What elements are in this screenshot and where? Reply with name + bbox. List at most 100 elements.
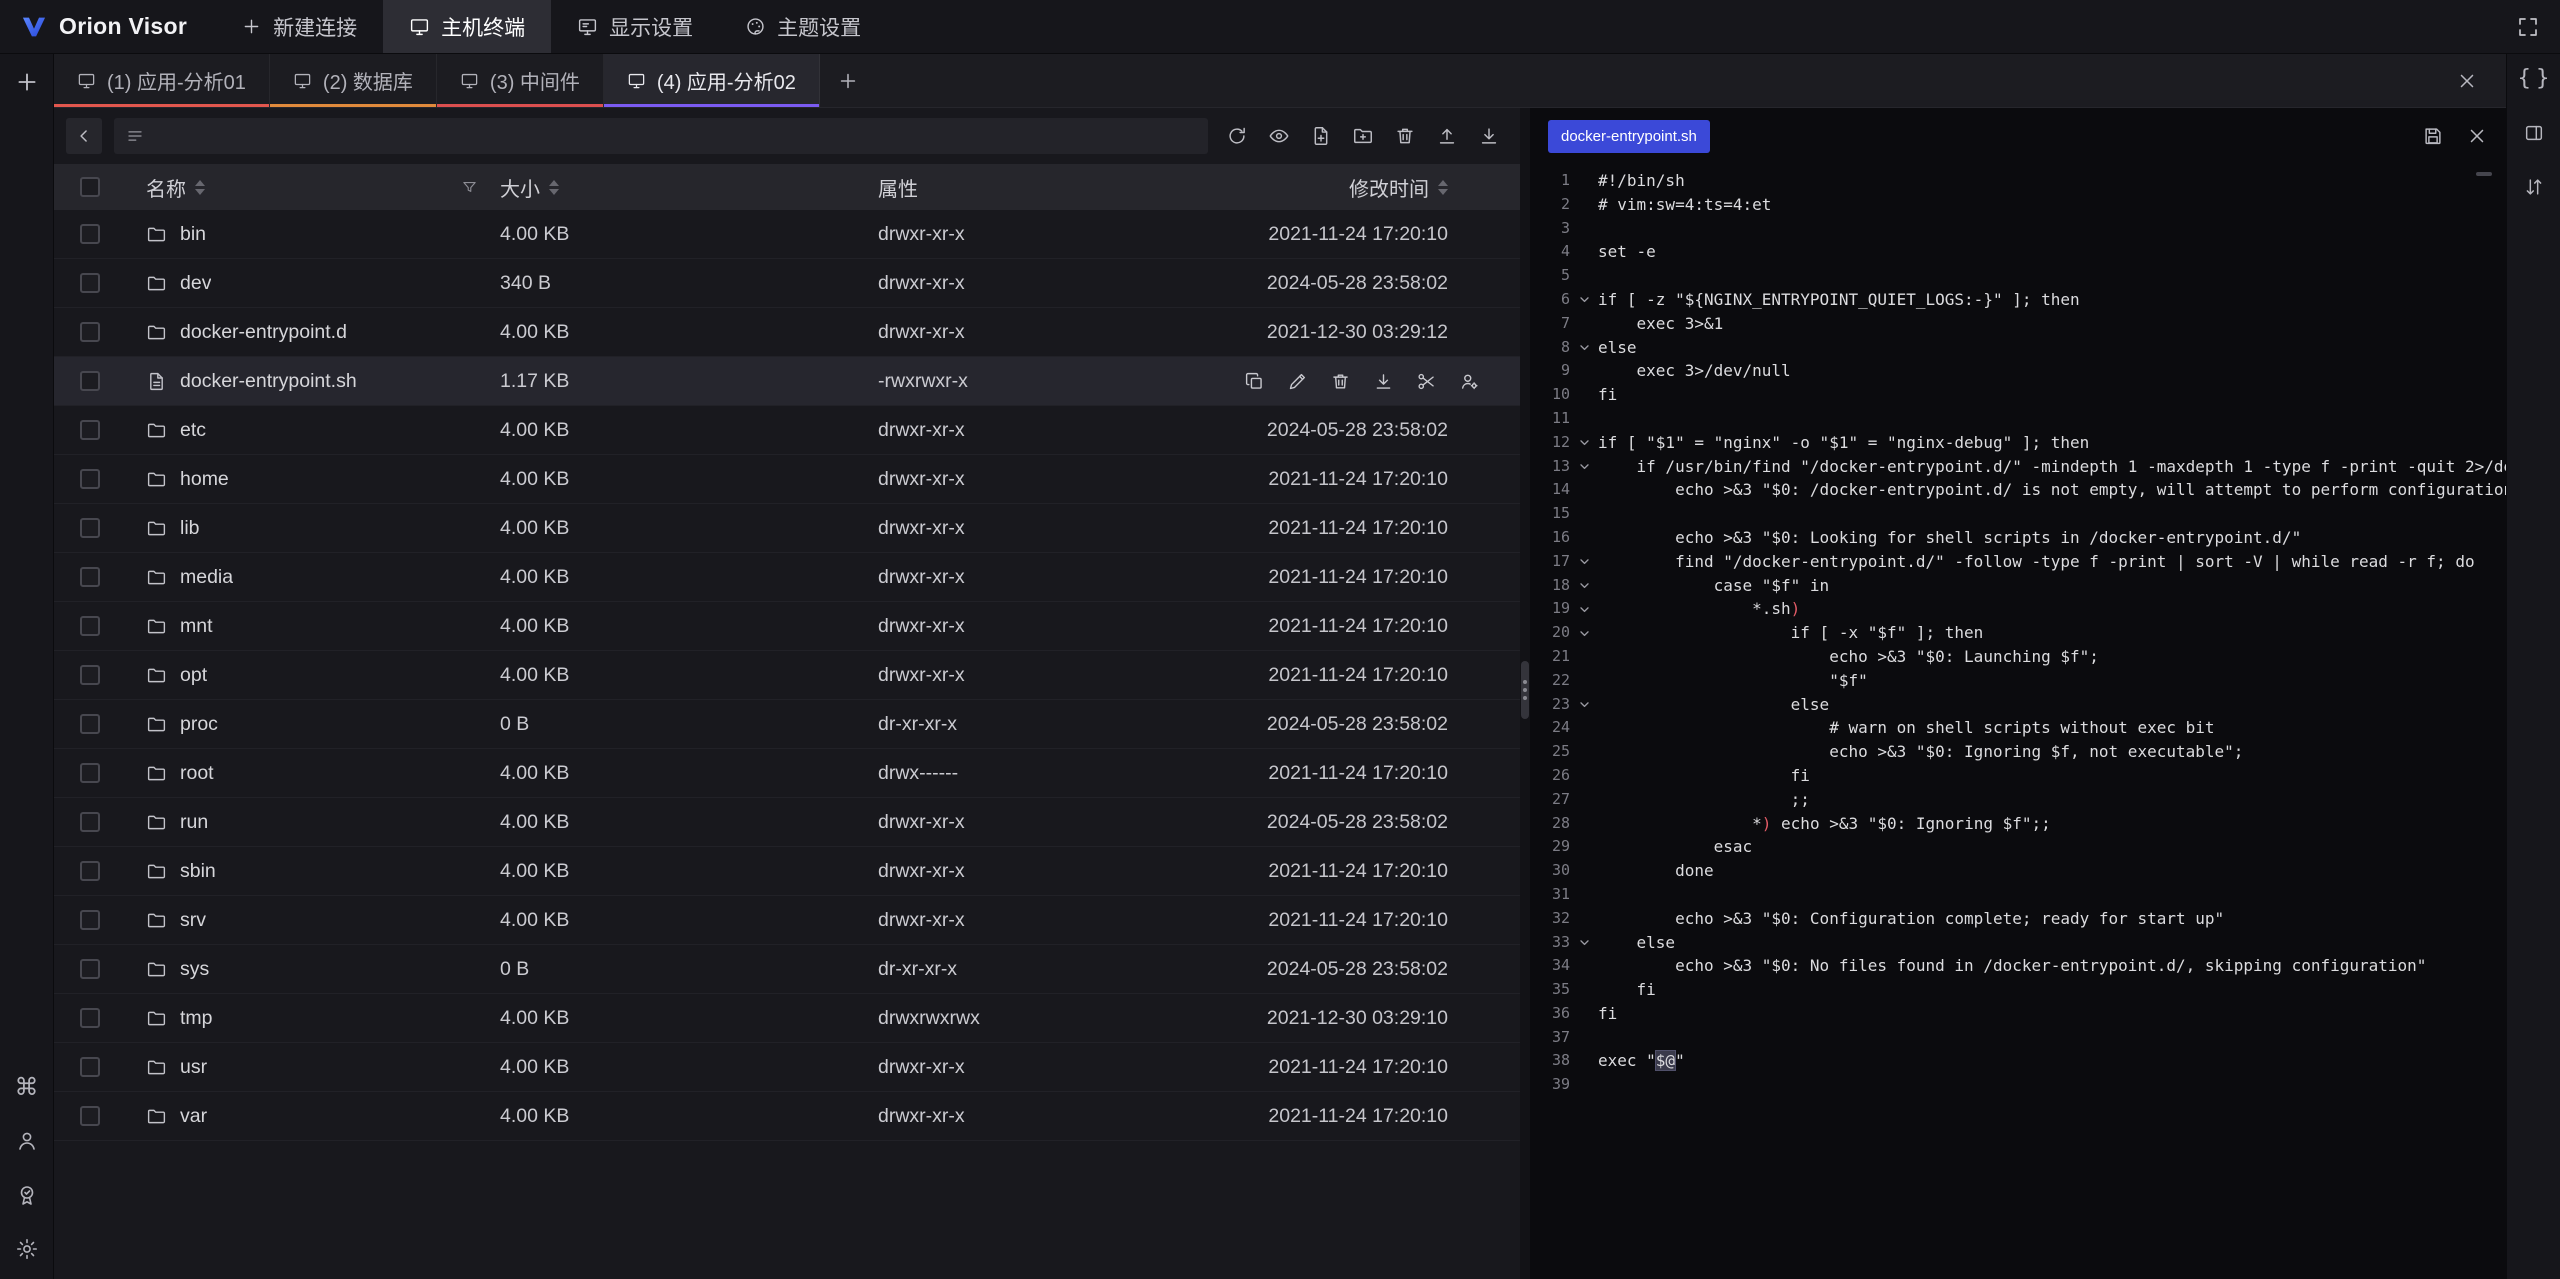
row-checkbox[interactable] (80, 469, 100, 489)
terminal-tab-4[interactable]: (4) 应用-分析02 (604, 54, 820, 107)
trash-icon[interactable] (1330, 371, 1351, 392)
save-icon[interactable] (2422, 125, 2444, 147)
fold-toggle-icon[interactable] (1578, 579, 1591, 592)
table-row[interactable]: tmp4.00 KBdrwxrwxrwx2021-12-30 03:29:10 (54, 994, 1520, 1043)
menu-item-4[interactable]: 主题设置 (719, 0, 887, 53)
fold-toggle-icon[interactable] (1578, 627, 1591, 640)
fold-toggle-icon[interactable] (1578, 436, 1591, 449)
panel-scrollbar[interactable] (1520, 108, 1530, 1279)
menu-item-1[interactable]: 新建连接 (215, 0, 383, 53)
row-checkbox[interactable] (80, 763, 100, 783)
table-row[interactable]: docker-entrypoint.sh1.17 KB-rwxrwxr-x (54, 357, 1520, 406)
cut-icon[interactable] (1416, 371, 1437, 392)
table-row[interactable]: lib4.00 KBdrwxr-xr-x2021-11-24 17:20:10 (54, 504, 1520, 553)
edit-icon[interactable] (1287, 371, 1308, 392)
editor-close-icon[interactable] (2466, 125, 2488, 147)
menu-item-2[interactable]: 主机终端 (383, 0, 551, 53)
user-icon[interactable] (15, 1129, 39, 1153)
menu-item-3[interactable]: 显示设置 (551, 0, 719, 53)
badge-icon[interactable] (15, 1183, 39, 1207)
swap-arrows-icon[interactable] (2523, 176, 2545, 198)
code-text: else (1598, 931, 2506, 955)
path-input[interactable] (114, 118, 1208, 154)
row-checkbox[interactable] (80, 714, 100, 734)
row-checkbox[interactable] (80, 273, 100, 293)
fold-gutter (1570, 597, 1598, 621)
add-connection-icon[interactable] (14, 69, 40, 95)
row-checkbox[interactable] (80, 420, 100, 440)
chmod-icon[interactable] (1459, 371, 1480, 392)
row-checkbox[interactable] (80, 616, 100, 636)
fold-toggle-icon[interactable] (1578, 936, 1591, 949)
scrollbar-thumb[interactable] (1521, 661, 1529, 719)
row-checkbox[interactable] (80, 812, 100, 832)
table-row[interactable]: usr4.00 KBdrwxr-xr-x2021-11-24 17:20:10 (54, 1043, 1520, 1092)
back-button[interactable] (66, 118, 102, 154)
row-checkbox[interactable] (80, 1057, 100, 1077)
new-file-button[interactable] (1304, 119, 1338, 153)
code-editor[interactable]: 1#!/bin/sh2# vim:sw=4:ts=4:et34set -e56i… (1530, 164, 2506, 1279)
row-checkbox[interactable] (80, 224, 100, 244)
terminal-tab-2[interactable]: (2) 数据库 (270, 54, 437, 107)
row-checkbox[interactable] (80, 1008, 100, 1028)
copy-icon[interactable] (1244, 371, 1265, 392)
braces-icon[interactable]: { } (2517, 68, 2549, 90)
table-row[interactable]: run4.00 KBdrwxr-xr-x2024-05-28 23:58:02 (54, 798, 1520, 847)
select-all-checkbox[interactable] (80, 177, 100, 197)
sort-icon[interactable] (1438, 180, 1448, 195)
row-checkbox[interactable] (80, 1106, 100, 1126)
table-row[interactable]: proc0 Bdr-xr-xr-x2024-05-28 23:58:02 (54, 700, 1520, 749)
table-row[interactable]: var4.00 KBdrwxr-xr-x2021-11-24 17:20:10 (54, 1092, 1520, 1141)
refresh-button[interactable] (1220, 119, 1254, 153)
column-mtime[interactable]: 修改时间 (1258, 173, 1520, 202)
row-checkbox[interactable] (80, 861, 100, 881)
fold-toggle-icon[interactable] (1578, 460, 1591, 473)
table-row[interactable]: home4.00 KBdrwxr-xr-x2021-11-24 17:20:10 (54, 455, 1520, 504)
terminal-tab-3[interactable]: (3) 中间件 (437, 54, 604, 107)
row-checkbox[interactable] (80, 322, 100, 342)
download-icon[interactable] (1373, 371, 1394, 392)
row-checkbox[interactable] (80, 910, 100, 930)
gear-icon[interactable] (15, 1237, 39, 1261)
column-size[interactable]: 大小 (500, 173, 878, 202)
table-row[interactable]: opt4.00 KBdrwxr-xr-x2021-11-24 17:20:10 (54, 651, 1520, 700)
fullscreen-icon[interactable] (2516, 15, 2540, 39)
table-row[interactable]: sbin4.00 KBdrwxr-xr-x2021-11-24 17:20:10 (54, 847, 1520, 896)
download-button[interactable] (1472, 119, 1506, 153)
row-checkbox[interactable] (80, 371, 100, 391)
filter-icon[interactable] (461, 179, 478, 196)
table-row[interactable]: mnt4.00 KBdrwxr-xr-x2021-11-24 17:20:10 (54, 602, 1520, 651)
row-checkbox[interactable] (80, 567, 100, 587)
close-panel-icon[interactable] (2456, 70, 2478, 92)
table-row[interactable]: media4.00 KBdrwxr-xr-x2021-11-24 17:20:1… (54, 553, 1520, 602)
table-row[interactable]: root4.00 KBdrwx------2021-11-24 17:20:10 (54, 749, 1520, 798)
editor-file-tab[interactable]: docker-entrypoint.sh (1548, 120, 1710, 153)
new-folder-button[interactable] (1346, 119, 1380, 153)
fold-toggle-icon[interactable] (1578, 293, 1591, 306)
new-tab-button[interactable] (820, 54, 876, 107)
sort-icon[interactable] (549, 180, 559, 195)
table-row[interactable]: dev340 Bdrwxr-xr-x2024-05-28 23:58:02 (54, 259, 1520, 308)
trash-button[interactable] (1388, 119, 1422, 153)
table-row[interactable]: docker-entrypoint.d4.00 KBdrwxr-xr-x2021… (54, 308, 1520, 357)
table-row[interactable]: etc4.00 KBdrwxr-xr-x2024-05-28 23:58:02 (54, 406, 1520, 455)
sort-icon[interactable] (195, 180, 205, 195)
table-row[interactable]: sys0 Bdr-xr-xr-x2024-05-28 23:58:02 (54, 945, 1520, 994)
terminal-tab-1[interactable]: (1) 应用-分析01 (54, 54, 270, 107)
row-checkbox[interactable] (80, 959, 100, 979)
row-checkbox[interactable] (80, 665, 100, 685)
fold-toggle-icon[interactable] (1578, 341, 1591, 354)
eye-button[interactable] (1262, 119, 1296, 153)
table-row[interactable]: srv4.00 KBdrwxr-xr-x2021-11-24 17:20:10 (54, 896, 1520, 945)
command-icon[interactable]: ⌘ (15, 1075, 39, 1099)
folder-icon (146, 273, 167, 294)
editor-scrollbar[interactable] (2476, 172, 2492, 176)
fold-toggle-icon[interactable] (1578, 603, 1591, 616)
fold-toggle-icon[interactable] (1578, 698, 1591, 711)
table-row[interactable]: bin4.00 KBdrwxr-xr-x2021-11-24 17:20:10 (54, 210, 1520, 259)
fold-toggle-icon[interactable] (1578, 555, 1591, 568)
column-name[interactable]: 名称 (126, 173, 500, 202)
panel-icon[interactable] (2523, 122, 2545, 144)
row-checkbox[interactable] (80, 518, 100, 538)
upload-button[interactable] (1430, 119, 1464, 153)
